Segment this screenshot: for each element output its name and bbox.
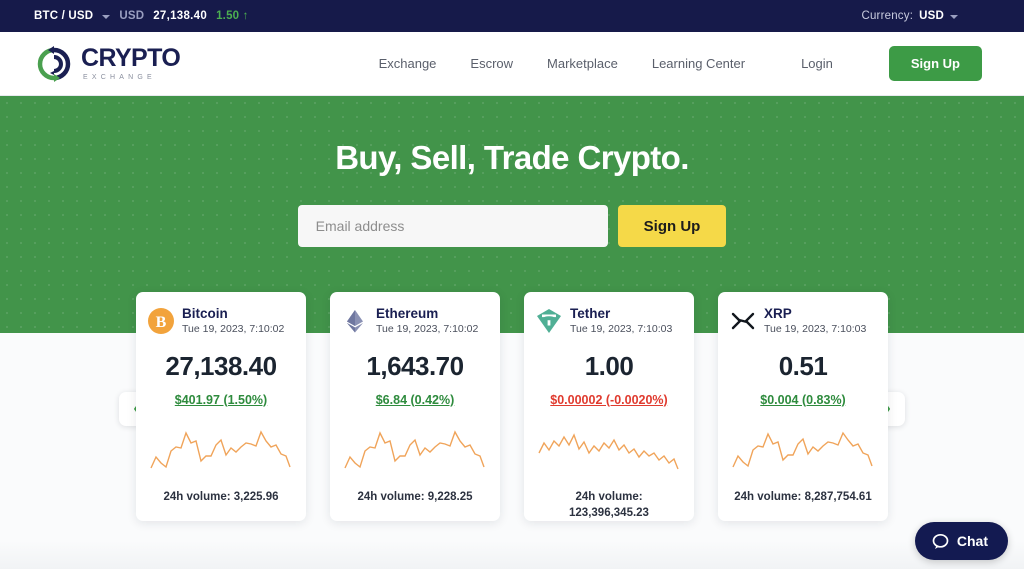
chat-widget-button[interactable]: Chat: [914, 522, 1008, 560]
coin-change: $0.00002 (-0.0020%): [550, 392, 668, 407]
crypto-card-tether[interactable]: Tether Tue 19, 2023, 7:10:03 1.00 $0.000…: [524, 292, 694, 521]
currency-label: Currency:: [861, 10, 914, 22]
coin-timestamp: Tue 19, 2023, 7:10:03: [570, 322, 673, 335]
logo-title: CRYPTO: [81, 44, 181, 72]
coin-volume: 24h volume: 123,396,345.23: [569, 490, 649, 519]
bitcoin-icon: B: [148, 308, 174, 335]
ethereum-icon: [347, 310, 363, 333]
coin-price: 1,643.70: [366, 350, 464, 381]
ticker-change: 1.50 ↑: [216, 10, 249, 22]
logo-subtitle: EXCHANGE: [83, 74, 156, 81]
sparkline-chart: [538, 432, 679, 469]
card-header: Tether Tue 19, 2023, 7:10:03: [536, 306, 682, 337]
refresh-circle-logo-icon: [37, 45, 71, 82]
ticker-cards-section: ‹ › B Bitcoin Tue 19, 2023, 7:10:02 27,1…: [0, 292, 1024, 569]
header-signup-button[interactable]: Sign Up: [888, 46, 982, 81]
chat-bubble-icon: [932, 533, 949, 549]
coin-timestamp: Tue 19, 2023, 7:10:03: [764, 322, 867, 335]
sparkline-chart: [150, 429, 291, 468]
nav-item-exchange[interactable]: Exchange: [379, 56, 437, 71]
login-link[interactable]: Login: [801, 56, 833, 71]
crypto-card-bitcoin[interactable]: B Bitcoin Tue 19, 2023, 7:10:02 27,138.4…: [136, 292, 306, 521]
coin-name: Bitcoin: [182, 306, 228, 321]
coin-name: Ethereum: [376, 306, 439, 321]
coin-volume: 24h volume: 3,225.96: [163, 490, 279, 503]
coin-change: $0.004 (0.83%): [760, 392, 846, 407]
coin-name: Tether: [570, 306, 611, 321]
nav-item-learning-center[interactable]: Learning Center: [652, 56, 745, 71]
coin-price: 27,138.40: [165, 350, 277, 381]
hero-signup-button[interactable]: Sign Up: [617, 205, 727, 247]
card-header: B Bitcoin Tue 19, 2023, 7:10:02: [148, 306, 294, 337]
email-input[interactable]: [297, 205, 608, 247]
signup-form: Sign Up: [0, 205, 1024, 247]
ticker-price: 27,138.40: [153, 10, 208, 22]
coin-volume: 24h volume: 9,228.25: [357, 490, 473, 503]
coin-timestamp: Tue 19, 2023, 7:10:02: [182, 322, 285, 335]
coin-price: 0.51: [778, 350, 828, 381]
card-header: XRP Tue 19, 2023, 7:10:03: [730, 306, 876, 337]
site-header: CRYPTO EXCHANGE Exchange Escrow Marketpl…: [0, 32, 1024, 96]
ticker-currency-code: USD: [119, 10, 145, 22]
ticker-pair-label: BTC / USD: [34, 10, 94, 22]
chevron-down-icon: [950, 15, 958, 19]
coin-change: $401.97 (1.50%): [174, 392, 268, 407]
xrp-icon: [731, 313, 755, 330]
logo[interactable]: CRYPTO EXCHANGE: [36, 44, 181, 82]
nav-item-escrow[interactable]: Escrow: [470, 56, 513, 71]
coin-change: $6.84 (0.42%): [375, 392, 455, 407]
chevron-down-icon: [102, 15, 111, 19]
coin-timestamp: Tue 19, 2023, 7:10:02: [376, 322, 479, 335]
hero-title: Buy, Sell, Trade Crypto.: [335, 139, 689, 176]
main-navigation: Exchange Escrow Marketplace Learning Cen…: [379, 46, 996, 81]
sparkline-chart: [732, 431, 873, 467]
tether-icon: [537, 309, 561, 334]
sparkline-chart: [344, 429, 485, 468]
crypto-card-ethereum[interactable]: Ethereum Tue 19, 2023, 7:10:02 1,643.70 …: [330, 292, 500, 521]
nav-item-marketplace[interactable]: Marketplace: [547, 56, 618, 71]
coin-name: XRP: [764, 306, 792, 321]
currency-value: USD: [919, 10, 944, 22]
coin-price: 1.00: [584, 350, 634, 381]
svg-text:B: B: [156, 314, 167, 331]
currency-selector[interactable]: Currency: USD: [861, 10, 958, 22]
ticker-pair-group[interactable]: BTC / USD USD 27,138.40 1.50 ↑: [34, 10, 249, 22]
chat-label: Chat: [956, 533, 988, 549]
crypto-card-xrp[interactable]: XRP Tue 19, 2023, 7:10:03 0.51 $0.004 (0…: [718, 292, 888, 521]
ticker-bar: BTC / USD USD 27,138.40 1.50 ↑ Currency:…: [0, 0, 1024, 32]
coin-volume: 24h volume: 8,287,754.61: [734, 490, 872, 503]
crypto-cards-list: B Bitcoin Tue 19, 2023, 7:10:02 27,138.4…: [0, 292, 1024, 521]
card-header: Ethereum Tue 19, 2023, 7:10:02: [342, 306, 488, 337]
